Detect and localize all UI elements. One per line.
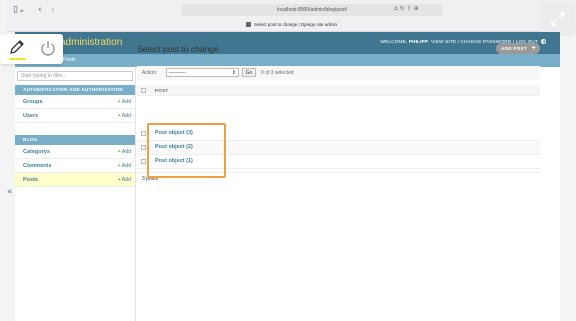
tab-title[interactable]: Select post to change | Django site admi…	[7, 19, 576, 31]
select-all-checkbox[interactable]	[141, 88, 146, 93]
plus-icon: +	[117, 177, 121, 183]
row-checkbox[interactable]	[141, 145, 146, 150]
sidebar-item-groups[interactable]: Groups +Add	[15, 95, 135, 109]
highlight-box	[147, 123, 226, 178]
add-posts-link[interactable]: +Add	[118, 173, 131, 187]
power-icon[interactable]	[39, 39, 57, 62]
sidebar-item-categorys[interactable]: Categorys +Add	[15, 145, 135, 159]
add-groups-link[interactable]: +Add	[118, 95, 131, 109]
row-checkbox[interactable]	[141, 159, 146, 164]
plus-icon: +	[117, 99, 121, 105]
plus-icon: +	[531, 45, 536, 52]
admin-header: administration WELCOME, PHILIPP. VIEW SI…	[15, 32, 560, 54]
selection-counter: 0 of 3 selected	[261, 70, 294, 76]
back-icon[interactable]: ‹	[38, 5, 42, 15]
table-header: POST	[137, 85, 540, 96]
column-header-post[interactable]: POST	[155, 88, 168, 93]
module-header-blog[interactable]: BLOG	[15, 135, 135, 145]
browser-chrome: ▯⌄ ‹ › localhost:8000/admin/blog/post/ ⌂…	[7, 0, 576, 32]
module-header-auth[interactable]: AUTHENTICATION AND AUTHORIZATION	[15, 85, 135, 95]
row-checkbox[interactable]	[141, 131, 146, 136]
action-select[interactable]: ---------- ⇕	[166, 68, 239, 77]
add-post-button[interactable]: ADD POST +	[496, 43, 540, 54]
sidebar-toggle-icon[interactable]: ▯⌄	[13, 5, 26, 15]
add-comments-link[interactable]: +Add	[118, 159, 131, 173]
plus-icon: +	[117, 113, 121, 119]
page-title: Select post to change	[137, 44, 219, 54]
plus-icon: +	[117, 163, 121, 169]
select-arrows-icon: ⇕	[231, 70, 236, 76]
forward-icon[interactable]: ›	[51, 5, 55, 15]
add-users-link[interactable]: +Add	[118, 109, 131, 123]
expand-icon[interactable]	[541, 2, 575, 36]
sidebar-item-comments[interactable]: Comments +Add	[15, 159, 135, 173]
active-tool-indicator	[9, 58, 26, 60]
theme-toggle-icon[interactable]	[541, 39, 546, 44]
username: PHILIPP	[408, 40, 429, 45]
reader-icons[interactable]: ⌂ ↻ ⇪ ⊕	[394, 5, 419, 12]
sidebar-collapse-icon[interactable]: «	[7, 187, 13, 197]
sidebar-item-users[interactable]: Users +Add	[15, 109, 135, 123]
nav-sidebar: Start typing to filter... AUTHENTICATION…	[15, 67, 136, 321]
add-categorys-link[interactable]: +Add	[118, 145, 131, 159]
action-label: Action:	[142, 70, 158, 76]
annotation-toolbar	[0, 34, 63, 64]
go-button[interactable]: Go	[242, 68, 256, 77]
site-title[interactable]: administration	[60, 37, 122, 48]
sidebar-item-posts[interactable]: Posts +Add	[15, 173, 135, 187]
browser-window: ▯⌄ ‹ › localhost:8000/admin/blog/post/ ⌂…	[0, 0, 576, 321]
nav-filter-input[interactable]: Start typing to filter...	[17, 71, 133, 81]
plus-icon: +	[117, 149, 121, 155]
actions-bar: Action: ---------- ⇕ Go 0 of 3 selected	[137, 66, 540, 80]
favicon-icon	[246, 22, 252, 28]
